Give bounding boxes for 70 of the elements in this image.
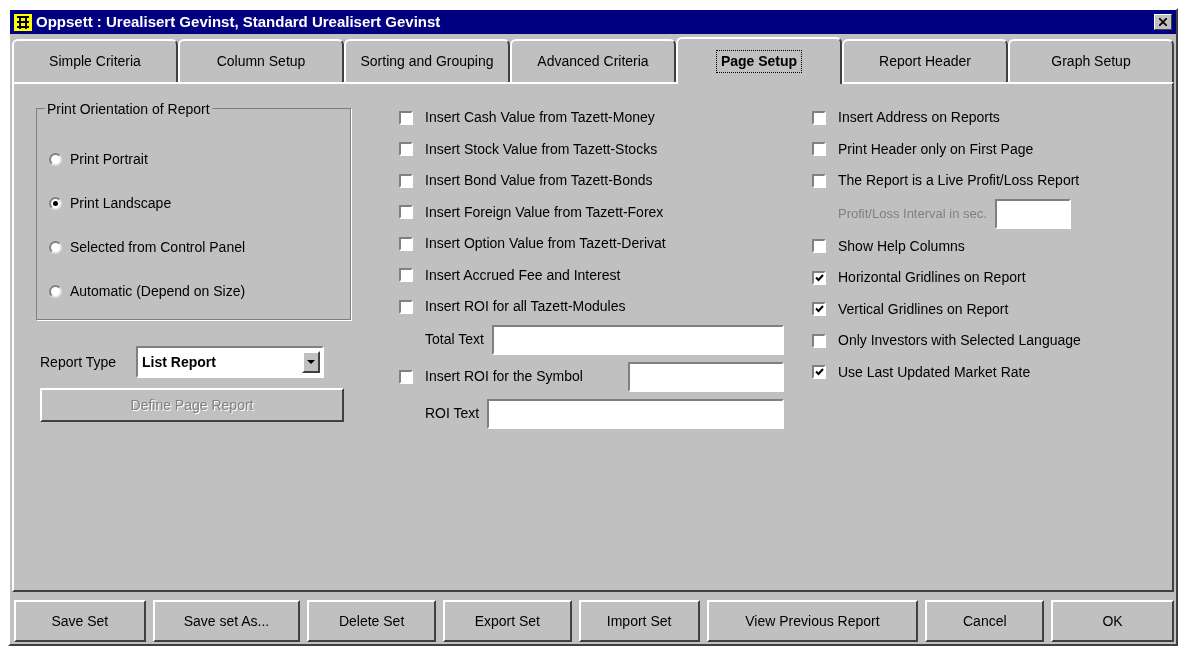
dialog-button[interactable]: Cancel bbox=[925, 600, 1045, 642]
checkbox-label: Insert Stock Value from Tazett-Stocks bbox=[425, 139, 658, 159]
field-label: ROI Text bbox=[425, 404, 480, 423]
report-type-dropdown[interactable]: List Report bbox=[136, 346, 324, 378]
checkbox-label: Vertical Gridlines on Report bbox=[838, 299, 1009, 319]
dialog-button[interactable]: View Previous Report bbox=[706, 600, 919, 642]
radio-button[interactable] bbox=[49, 240, 62, 254]
tab[interactable]: Graph Setup bbox=[1008, 39, 1174, 82]
field-label: Report Type bbox=[40, 352, 116, 372]
checkbox-label: Insert ROI for the Symbol bbox=[425, 367, 584, 386]
checkbox[interactable] bbox=[812, 270, 826, 285]
checkbox[interactable] bbox=[399, 205, 413, 220]
text-field[interactable] bbox=[491, 324, 784, 355]
checkbox[interactable] bbox=[812, 333, 826, 348]
tab[interactable]: Page Setup bbox=[676, 37, 842, 84]
checkbox[interactable] bbox=[399, 142, 413, 157]
checkbox-label: Insert Accrued Fee and Interest bbox=[425, 265, 621, 285]
dialog-button[interactable]: Delete Set bbox=[307, 600, 436, 642]
checkbox-label: Show Help Columns bbox=[838, 236, 965, 256]
checkbox[interactable] bbox=[812, 142, 826, 157]
checkbox-label: Horizontal Gridlines on Report bbox=[838, 268, 1026, 288]
checkbox-label: The Report is a Live Profit/Loss Report bbox=[838, 171, 1080, 191]
checkbox[interactable] bbox=[812, 173, 826, 188]
checkbox[interactable] bbox=[399, 173, 413, 188]
tab[interactable]: Column Setup bbox=[178, 39, 344, 82]
dialog-button[interactable]: OK bbox=[1051, 600, 1174, 642]
checkbox-label: Use Last Updated Market Rate bbox=[838, 362, 1031, 382]
caret-icon bbox=[307, 360, 315, 364]
field-label: Profit/Loss Interval in sec. bbox=[838, 204, 987, 223]
field-label: Total Text bbox=[425, 330, 484, 349]
checkbox-label: Insert Bond Value from Tazett-Bonds bbox=[425, 171, 653, 191]
checkbox-label: Insert Address on Reports bbox=[838, 108, 1000, 128]
checkbox-label: Insert Cash Value from Tazett-Money bbox=[425, 108, 655, 128]
radio-label: Print Portrait bbox=[70, 149, 148, 169]
tab[interactable]: Advanced Criteria bbox=[510, 39, 676, 82]
radio-button[interactable] bbox=[49, 196, 62, 210]
checkbox[interactable] bbox=[399, 268, 413, 283]
tab[interactable]: Sorting and Grouping bbox=[344, 39, 510, 82]
checkbox[interactable] bbox=[812, 239, 826, 254]
checkbox[interactable] bbox=[399, 299, 413, 314]
text-field[interactable] bbox=[487, 398, 784, 429]
text-field[interactable] bbox=[628, 361, 784, 392]
checkbox-label: Insert ROI for all Tazett-Modules bbox=[425, 297, 626, 317]
checkbox[interactable] bbox=[812, 302, 826, 317]
radio-button[interactable] bbox=[49, 152, 62, 166]
checkbox[interactable] bbox=[399, 110, 413, 125]
checkbox-label: Print Header only on First Page bbox=[838, 139, 1034, 159]
dialog-button[interactable]: Save Set bbox=[14, 600, 146, 642]
checkbox[interactable] bbox=[812, 365, 826, 380]
tab[interactable]: Report Header bbox=[842, 39, 1008, 82]
checkbox[interactable] bbox=[399, 369, 413, 384]
dropdown-arrow-button[interactable] bbox=[302, 351, 320, 373]
window-title: Oppsett : Urealisert Gevinst, Standard Urealisert Gevinst bbox=[36, 11, 442, 32]
checkbox-label: Insert Foreign Value from Tazett-Forex bbox=[425, 202, 664, 222]
app-icon bbox=[14, 13, 32, 31]
radio-button[interactable] bbox=[49, 284, 62, 298]
dialog-button[interactable]: Export Set bbox=[442, 600, 572, 642]
checkbox-label: Only Investors with Selected Language bbox=[838, 331, 1081, 351]
checkbox[interactable] bbox=[812, 110, 826, 125]
dialog-button[interactable]: Save set As... bbox=[152, 600, 301, 642]
radio-label: Selected from Control Panel bbox=[70, 237, 246, 257]
dialog-button[interactable]: Import Set bbox=[578, 600, 700, 642]
radio-label: Print Landscape bbox=[70, 193, 172, 213]
radio-label: Automatic (Depend on Size) bbox=[70, 281, 246, 301]
checkbox-label: Insert Option Value from Tazett-Derivat bbox=[425, 234, 666, 254]
text-field[interactable] bbox=[994, 198, 1071, 229]
close-icon bbox=[1159, 18, 1167, 26]
tab[interactable]: Simple Criteria bbox=[12, 39, 178, 82]
checkbox[interactable] bbox=[399, 236, 413, 251]
close-button[interactable] bbox=[1154, 14, 1172, 30]
